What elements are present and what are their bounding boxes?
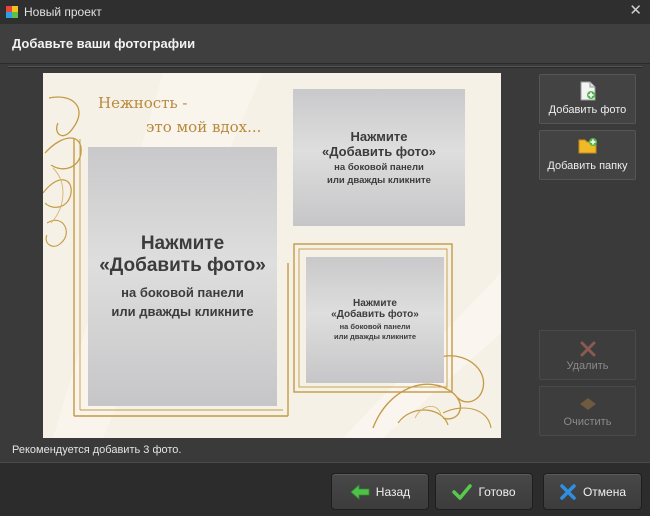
cancel-label: Отмена — [582, 484, 627, 499]
photo-placeholder-top-right[interactable]: Нажмите «Добавить фото» на боковой панел… — [293, 89, 465, 226]
done-label: Готово — [478, 484, 516, 499]
add-photo-button[interactable]: Добавить фото — [539, 74, 636, 124]
arrow-left-icon — [350, 483, 370, 500]
header-divider — [8, 66, 642, 68]
placeholder-hint-b: или дважды кликните — [111, 303, 254, 319]
placeholder-hint-b: или дважды кликните — [333, 332, 417, 341]
placeholder-line2: «Добавить фото» — [322, 143, 436, 159]
placeholder-line1: Нажмите — [140, 232, 225, 254]
delete-button[interactable]: Удалить — [539, 330, 636, 380]
title-bar: Новый проект ✕ — [0, 0, 650, 24]
checkmark-icon — [452, 483, 473, 500]
placeholder-hint-a: на боковой панели — [121, 284, 244, 300]
placeholder-hint-a: на боковой панели — [334, 161, 424, 173]
delete-label: Удалить — [566, 360, 609, 372]
clear-label: Очистить — [563, 416, 612, 428]
done-button[interactable]: Готово — [435, 473, 533, 510]
placeholder-line2: «Добавить фото» — [99, 254, 266, 276]
quote-line-1: Нежность - — [98, 94, 188, 112]
placeholder-line1: Нажмите — [353, 298, 397, 309]
placeholder-hint-a: на боковой панели — [339, 322, 411, 331]
delete-x-icon — [580, 341, 595, 357]
back-button[interactable]: Назад — [331, 473, 429, 510]
quote-line-2: это мой вдох... — [146, 118, 262, 136]
add-photo-icon — [580, 81, 595, 101]
cross-icon — [560, 483, 576, 500]
back-label: Назад — [375, 484, 411, 499]
placeholder-line1: Нажмите — [350, 128, 408, 144]
template-canvas[interactable]: Нежность - это мой вдох... Нажмите «Доба… — [43, 73, 501, 438]
app-logo-icon — [6, 6, 18, 18]
page-header: Добавьте ваши фотографии — [0, 24, 650, 64]
add-folder-button[interactable]: Добавить папку — [539, 130, 636, 180]
clear-button[interactable]: Очистить — [539, 386, 636, 436]
window-title: Новый проект — [24, 5, 102, 19]
placeholder-hint-b: или дважды кликните — [327, 174, 431, 186]
placeholder-line2: «Добавить фото» — [331, 309, 419, 320]
page-title: Добавьте ваши фотографии — [12, 36, 196, 51]
clear-diamond-icon — [579, 398, 596, 410]
photo-placeholder-small[interactable]: Нажмите «Добавить фото» на боковой панел… — [306, 257, 444, 383]
add-folder-icon — [578, 138, 597, 154]
recommendation-hint: Рекомендуется добавить 3 фото. — [12, 444, 182, 456]
add-folder-label: Добавить папку — [547, 160, 628, 172]
footer-bar: Назад Готово Отмена — [0, 462, 650, 516]
add-photo-label: Добавить фото — [548, 104, 627, 116]
cancel-button[interactable]: Отмена — [543, 473, 642, 510]
window-close-button[interactable]: ✕ — [629, 3, 642, 19]
photo-placeholder-large[interactable]: Нажмите «Добавить фото» на боковой панел… — [88, 147, 277, 406]
